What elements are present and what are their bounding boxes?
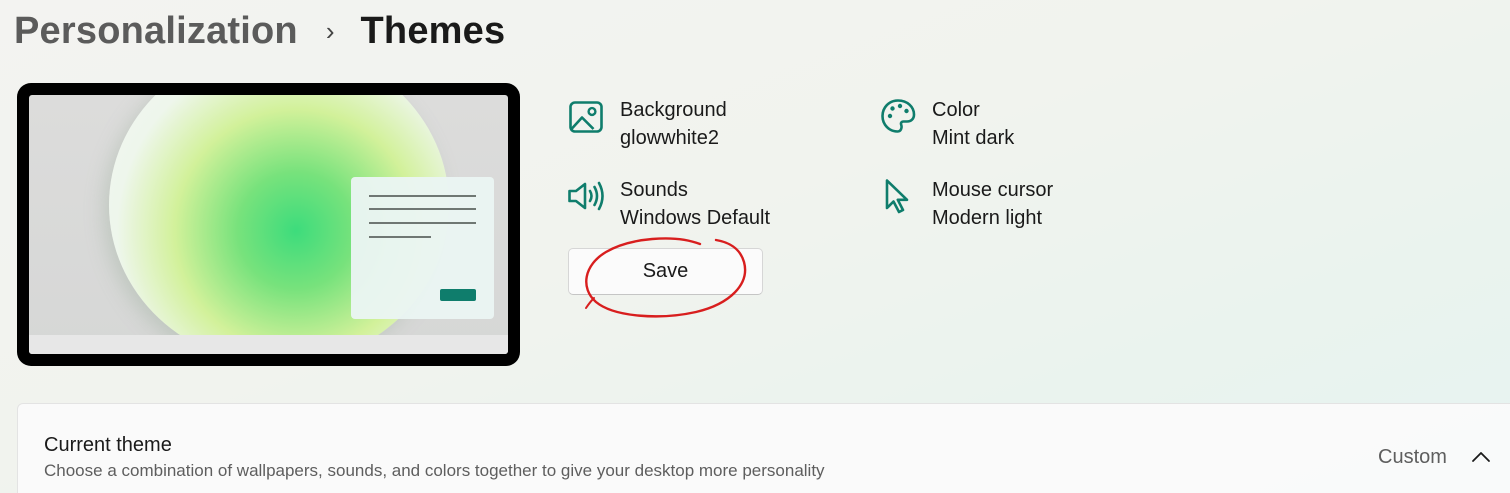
background-setting[interactable]: Background glowwhite2 [566, 96, 727, 152]
picture-icon [569, 101, 603, 133]
sounds-label: Sounds [620, 179, 688, 201]
palette-icon [881, 99, 916, 133]
preview-window-line [369, 236, 431, 238]
cursor-icon [885, 179, 909, 214]
current-theme-value: Custom [1378, 446, 1447, 468]
sounds-value: Windows Default [620, 207, 771, 229]
theme-preview-screen [29, 95, 508, 354]
breadcrumb-separator: › [325, 15, 335, 46]
theme-preview [17, 83, 520, 366]
preview-taskbar [29, 335, 508, 354]
color-setting[interactable]: Color Mint dark [878, 96, 1014, 152]
mouse-cursor-label: Mouse cursor [932, 179, 1054, 201]
chevron-up-icon[interactable] [1470, 446, 1492, 468]
save-button[interactable]: Save [568, 248, 763, 295]
current-theme-subtitle: Choose a combination of wallpapers, soun… [44, 461, 825, 480]
page-title: Themes [360, 9, 506, 52]
breadcrumb-personalization[interactable]: Personalization [14, 10, 298, 53]
color-value: Mint dark [932, 127, 1015, 149]
sounds-setting[interactable]: Sounds Windows Default [566, 176, 770, 232]
mouse-cursor-setting[interactable]: Mouse cursor Modern light [878, 176, 1053, 232]
color-label: Color [932, 99, 980, 121]
preview-window-line [369, 222, 476, 224]
breadcrumb: Personalization › Themes [14, 6, 505, 56]
current-theme-card[interactable]: Current theme Choose a combination of wa… [17, 403, 1510, 493]
speaker-icon [568, 181, 604, 211]
preview-window-button [440, 289, 476, 301]
current-theme-title: Current theme [44, 434, 172, 456]
background-value: glowwhite2 [620, 127, 719, 149]
preview-window [351, 177, 494, 319]
mouse-cursor-value: Modern light [932, 207, 1043, 229]
background-label: Background [620, 99, 727, 121]
preview-window-line [369, 195, 476, 197]
preview-window-line [369, 208, 476, 210]
